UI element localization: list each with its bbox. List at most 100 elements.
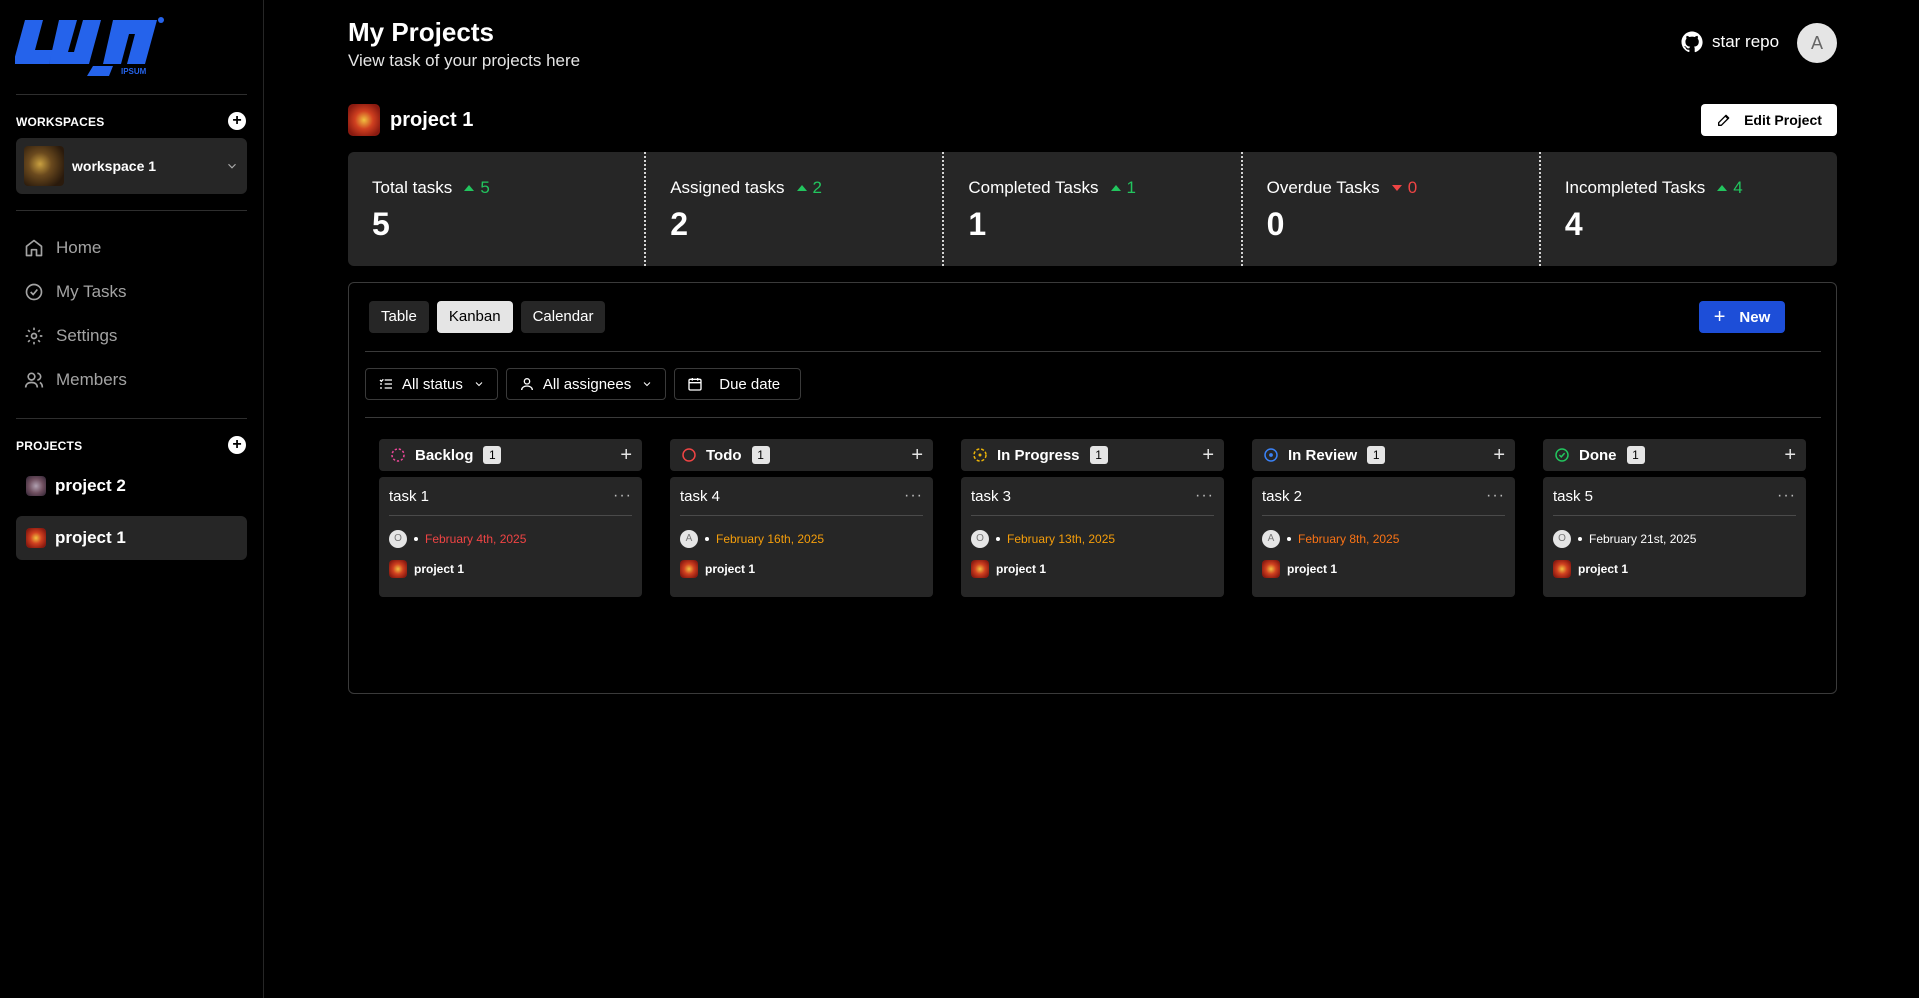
column-count: 1 (483, 446, 502, 464)
check-circle-icon (25, 283, 43, 301)
stat-delta: 2 (796, 178, 822, 198)
chevron-down-icon (643, 382, 651, 387)
stat-completed-tasks: Completed Tasks 1 1 (942, 152, 1240, 266)
task-name: task 5 (1553, 487, 1594, 505)
projects-heading: PROJECTS (16, 439, 83, 453)
stat-value: 1 (968, 206, 987, 242)
users-icon (24, 372, 44, 388)
star-repo-label: star repo (1712, 32, 1780, 51)
more-options-icon[interactable]: ··· (904, 487, 923, 505)
in-review-status-icon (1264, 448, 1278, 462)
more-options-icon[interactable]: ··· (613, 487, 632, 505)
column-header: Todo 1 + (670, 439, 933, 471)
project-avatar (1553, 560, 1571, 578)
tab-kanban[interactable]: Kanban (436, 301, 513, 333)
due-date: February 13th, 2025 (1007, 532, 1116, 546)
more-options-icon[interactable]: ··· (1486, 487, 1505, 505)
stat-value: 4 (1564, 206, 1583, 242)
assignee-avatar: A (680, 530, 698, 548)
nav-settings[interactable]: Settings (24, 320, 117, 352)
due-date-filter[interactable]: Due date (674, 368, 802, 400)
status-filter[interactable]: All status (365, 368, 498, 400)
add-task-button[interactable]: + (1784, 444, 1796, 467)
add-workspace-button[interactable]: + (228, 112, 246, 130)
task-card[interactable]: task 4 ··· A February 16th, 2025 project 1 (670, 477, 933, 597)
assignee-filter[interactable]: All assignees (505, 368, 667, 400)
more-options-icon[interactable]: ··· (1195, 487, 1214, 505)
new-task-button[interactable]: + New (1699, 301, 1785, 333)
project-name: project 1 (390, 108, 474, 131)
column-header: In Review 1 + (1252, 439, 1515, 471)
stat-label: Assigned tasks (670, 178, 785, 197)
column-header: Done 1 + (1543, 439, 1806, 471)
user-icon (520, 378, 533, 391)
add-task-button[interactable]: + (911, 444, 923, 467)
nav-settings-label: Settings (56, 326, 118, 345)
add-task-button[interactable]: + (620, 444, 632, 467)
done-status-icon (1555, 448, 1569, 462)
sidebar-project-2[interactable]: project 2 (16, 464, 247, 508)
sidebar-project-label: project 2 (55, 476, 126, 495)
tab-table[interactable]: Table (369, 301, 429, 333)
sidebar-divider (16, 210, 247, 211)
project-avatar (971, 560, 989, 578)
column-count: 1 (1089, 446, 1108, 464)
stat-value: 2 (670, 206, 688, 242)
column-title: Backlog (415, 446, 474, 464)
stats-panel: Total tasks 5 5 Assigned tasks 2 2 Compl… (348, 152, 1837, 266)
column-count: 1 (751, 446, 770, 464)
nav-home[interactable]: Home (24, 232, 101, 264)
backlog-status-icon (391, 448, 405, 462)
task-project-name: project 1 (996, 562, 1047, 576)
add-task-button[interactable]: + (1202, 444, 1214, 467)
project-avatar (680, 560, 698, 578)
task-name: task 1 (389, 487, 430, 505)
home-icon (25, 239, 43, 257)
stat-label: Overdue Tasks (1266, 178, 1380, 197)
more-options-icon[interactable]: ··· (1777, 487, 1796, 505)
due-date: February 16th, 2025 (716, 532, 825, 546)
task-card[interactable]: task 5 ··· O February 21st, 2025 project 1 (1543, 477, 1806, 597)
task-name: task 2 (1262, 487, 1303, 505)
trend-down-icon (1391, 185, 1402, 191)
add-task-button[interactable]: + (1493, 444, 1505, 467)
edit-project-button[interactable]: Edit Project (1701, 104, 1837, 136)
project-header: project 1 (348, 104, 473, 136)
separator-dot (1287, 537, 1291, 541)
logo-icon[interactable]: IPSUM (15, 14, 171, 78)
github-icon (1681, 31, 1703, 53)
add-project-button[interactable]: + (228, 436, 246, 454)
page-subtitle: View task of your projects here (348, 51, 581, 70)
stat-total-tasks: Total tasks 5 5 (348, 152, 644, 266)
nav-members[interactable]: Members (24, 364, 127, 396)
chevron-down-icon (475, 382, 483, 387)
trend-up-icon (1717, 185, 1728, 191)
assignee-avatar: O (1553, 530, 1571, 548)
nav-my-tasks[interactable]: My Tasks (24, 276, 127, 308)
star-repo-link[interactable]: star repo (1680, 30, 1779, 54)
page-title: My Projects (348, 17, 494, 47)
stat-delta: 1 (1110, 178, 1136, 198)
stat-label: Total tasks (372, 178, 453, 197)
assignee-avatar: O (389, 530, 407, 548)
column-header: In Progress 1 + (961, 439, 1224, 471)
project-avatar (1262, 560, 1280, 578)
sidebar-project-1[interactable]: project 1 (16, 516, 247, 560)
task-project-name: project 1 (414, 562, 465, 576)
todo-status-icon (682, 448, 696, 462)
column-in-progress: In Progress 1 + task 3 ··· O February 13th… (961, 439, 1224, 597)
tab-calendar[interactable]: Calendar (520, 301, 606, 333)
in-progress-status-icon (973, 448, 987, 462)
task-card[interactable]: task 1 ··· O February 4th, 2025 project 1 (379, 477, 642, 597)
task-card[interactable]: task 2 ··· A February 8th, 2025 project 1 (1252, 477, 1515, 597)
workspace-switcher[interactable]: workspace 1 (16, 138, 247, 194)
user-avatar[interactable]: A (1797, 23, 1837, 63)
due-date-filter-label: Due date (719, 375, 781, 393)
separator-dot (414, 537, 418, 541)
column-title: In Review (1288, 446, 1358, 464)
stat-incompleted-tasks: Incompleted Tasks 4 4 (1538, 152, 1837, 266)
sidebar: IPSUM WORKSPACES + workspace 1 Home My T… (0, 0, 264, 998)
task-card[interactable]: task 3 ··· O February 13th, 2025 project 1 (961, 477, 1224, 597)
trend-up-icon (1110, 185, 1121, 191)
workspace-name: workspace 1 (72, 158, 157, 174)
